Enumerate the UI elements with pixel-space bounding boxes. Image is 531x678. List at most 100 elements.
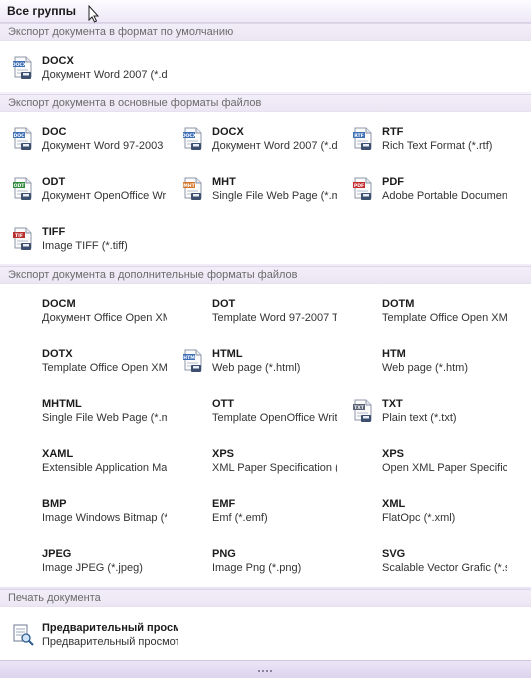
format-name: PDF [382, 176, 404, 188]
groups-header: Все группы [0, 0, 531, 23]
default-export-docx-button[interactable]: DOCX DOCX Документ Word 2007 (*.docx) [12, 55, 167, 85]
format-name: DOTX [42, 348, 73, 360]
svg-text:DOC: DOC [13, 133, 25, 139]
format-name: DOT [212, 298, 236, 310]
format-description: Image Windows Bitmap (*.bmp) [42, 512, 167, 524]
panel-extra-export [0, 284, 531, 587]
extra-export-png-button[interactable]: PNG Image Png (*.png) [182, 548, 337, 578]
section-basic-export: Экспорт документа в основные форматы фай… [0, 94, 531, 112]
format-description: FlatOpc (*.xml) [382, 512, 456, 524]
extra-export-mhtml-button[interactable]: MHTML Single File Web Page (*.mhtml) [12, 398, 167, 428]
format-description: Rich Text Format (*.rtf) [382, 140, 493, 152]
pdf-file-icon: PDF [353, 177, 372, 200]
format-description: Документ Word 2007 (*.docx) [42, 69, 167, 81]
svg-text:TXT: TXT [354, 405, 365, 411]
section-print: Печать документа [0, 589, 531, 607]
svg-text:TIF: TIF [15, 233, 23, 239]
basic-export-mht-button[interactable]: MHT MHT Single File Web Page (*.mht) [182, 176, 337, 206]
format-description: Web page (*.htm) [382, 362, 469, 374]
format-description: Single File Web Page (*.mhtml) [42, 412, 167, 424]
format-name: ODT [42, 176, 66, 188]
svg-text:DOCX: DOCX [12, 62, 27, 68]
format-description: Adobe Portable Document Format (*.pdf) [382, 190, 507, 202]
extra-export-bmp-button[interactable]: BMP Image Windows Bitmap (*.bmp) [12, 498, 167, 528]
format-name: DOC [42, 126, 67, 138]
print-preview-button[interactable]: Предварительный просмотр Предварительный… [12, 622, 178, 652]
format-description: Single File Web Page (*.mht) [212, 190, 337, 202]
html-file-icon: HTM [183, 349, 202, 372]
txt-file-icon: TXT [353, 399, 372, 422]
tiff-file-icon: TIF [13, 227, 32, 250]
resize-grip-icon[interactable] [258, 670, 272, 672]
format-name: EMF [212, 498, 236, 510]
extra-export-dotm-button[interactable]: DOTM Template Office Open XML с макросами… [352, 298, 507, 328]
mouse-cursor-icon [88, 5, 100, 23]
format-name: MHT [212, 176, 236, 188]
format-name: DOCX [42, 55, 74, 67]
format-name: TXT [382, 398, 403, 410]
extra-export-txt-button[interactable]: TXT TXT Plain text (*.txt) [352, 398, 507, 428]
doc-file-icon: DOC [13, 127, 32, 150]
format-name: TIFF [42, 226, 66, 238]
format-description: Image TIFF (*.tiff) [42, 240, 128, 252]
panel-resize-bar[interactable] [0, 660, 531, 678]
basic-export-docx-button[interactable]: DOCX DOCX Документ Word 2007 (*.docx) [182, 126, 337, 156]
svg-text:HTM: HTM [183, 355, 195, 361]
format-name: XPS [382, 448, 405, 460]
basic-export-pdf-button[interactable]: PDF PDF Adobe Portable Document Format (*.… [352, 176, 507, 206]
format-name: SVG [382, 548, 406, 560]
format-description: Scalable Vector Grafic (*.svg) [382, 562, 507, 574]
extra-export-dot-button[interactable]: DOT Template Word 97-2007 Template (*.dot… [182, 298, 337, 328]
format-name: XAML [42, 448, 74, 460]
print-preview-name: Предварительный просмотр [42, 622, 178, 634]
format-name: BMP [42, 498, 67, 510]
svg-text:PDF: PDF [354, 183, 364, 189]
extra-export-xml-button[interactable]: XML FlatOpc (*.xml) [352, 498, 507, 528]
format-name: RTF [382, 126, 404, 138]
extra-export-docm-button[interactable]: DOCM Документ Office Open XML с макросами… [12, 298, 167, 328]
basic-export-odt-button[interactable]: ODT ODT Документ OpenOffice Writer (*.odt) [12, 176, 167, 206]
format-description: Документ Office Open XML с макросами (*.… [42, 312, 167, 324]
svg-text:ODT: ODT [14, 183, 26, 189]
format-name: XPS [212, 448, 235, 460]
extra-export-jpeg-button[interactable]: JPEG Image JPEG (*.jpeg) [12, 548, 167, 578]
format-description: Emf (*.emf) [212, 512, 268, 524]
docx-file-icon: DOCX [12, 56, 32, 79]
section-default-export: Экспорт документа в формат по умолчанию [0, 23, 531, 41]
format-description: Документ OpenOffice Writer (*.odt) [42, 190, 167, 202]
basic-export-tiff-button[interactable]: TIF TIFF Image TIFF (*.tiff) [12, 226, 167, 256]
format-name: HTM [382, 348, 406, 360]
format-description: Open XML Paper Specification (*.oxps) [382, 462, 507, 474]
extra-export-xaml-button[interactable]: XAML Extensible Application Markup Langua… [12, 448, 167, 478]
extra-export-svg-button[interactable]: SVG Scalable Vector Grafic (*.svg) [352, 548, 507, 578]
extra-export-emf-button[interactable]: EMF Emf (*.emf) [182, 498, 337, 528]
mht-file-icon: MHT [183, 177, 202, 200]
format-name: DOCM [42, 298, 76, 310]
format-description: Image Png (*.png) [212, 562, 302, 574]
format-name: JPEG [42, 548, 72, 560]
format-name: PNG [212, 548, 236, 560]
extra-export-xps-button[interactable]: XPS XML Paper Specification (*.xps) [182, 448, 337, 478]
format-name: OTT [212, 398, 234, 410]
svg-text:DOCX: DOCX [182, 133, 197, 139]
format-description: Image JPEG (*.jpeg) [42, 562, 143, 574]
format-description: Plain text (*.txt) [382, 412, 457, 424]
format-description: Template OpenOffice Writer (*.ott) [212, 412, 337, 424]
rtf-file-icon: RTF [353, 127, 372, 150]
format-description: Extensible Application Markup Language (… [42, 462, 167, 474]
basic-export-doc-button[interactable]: DOC DOC Документ Word 97-2003 (*.doc) [12, 126, 167, 156]
format-name: DOCX [212, 126, 244, 138]
extra-export-htm-button[interactable]: HTM Web page (*.htm) [352, 348, 507, 378]
docx-file-icon: DOCX [182, 127, 202, 150]
format-name: DOTM [382, 298, 415, 310]
format-description: Template Office Open XML (*.dotx) [42, 362, 167, 374]
format-description: Документ Word 2007 (*.docx) [212, 140, 337, 152]
extra-export-html-button[interactable]: HTM HTML Web page (*.html) [182, 348, 337, 378]
extra-export-dotx-button[interactable]: DOTX Template Office Open XML (*.dotx) [12, 348, 167, 378]
extra-export-ott-button[interactable]: OTT Template OpenOffice Writer (*.ott) [182, 398, 337, 428]
groups-title: Все группы [7, 4, 76, 18]
print-preview-desc: Предварительный просмотр [42, 636, 178, 648]
extra-export-xps-button[interactable]: XPS Open XML Paper Specification (*.oxps) [352, 448, 507, 478]
basic-export-rtf-button[interactable]: RTF RTF Rich Text Format (*.rtf) [352, 126, 507, 156]
section-extra-export: Экспорт документа в дополнительные форма… [0, 266, 531, 284]
